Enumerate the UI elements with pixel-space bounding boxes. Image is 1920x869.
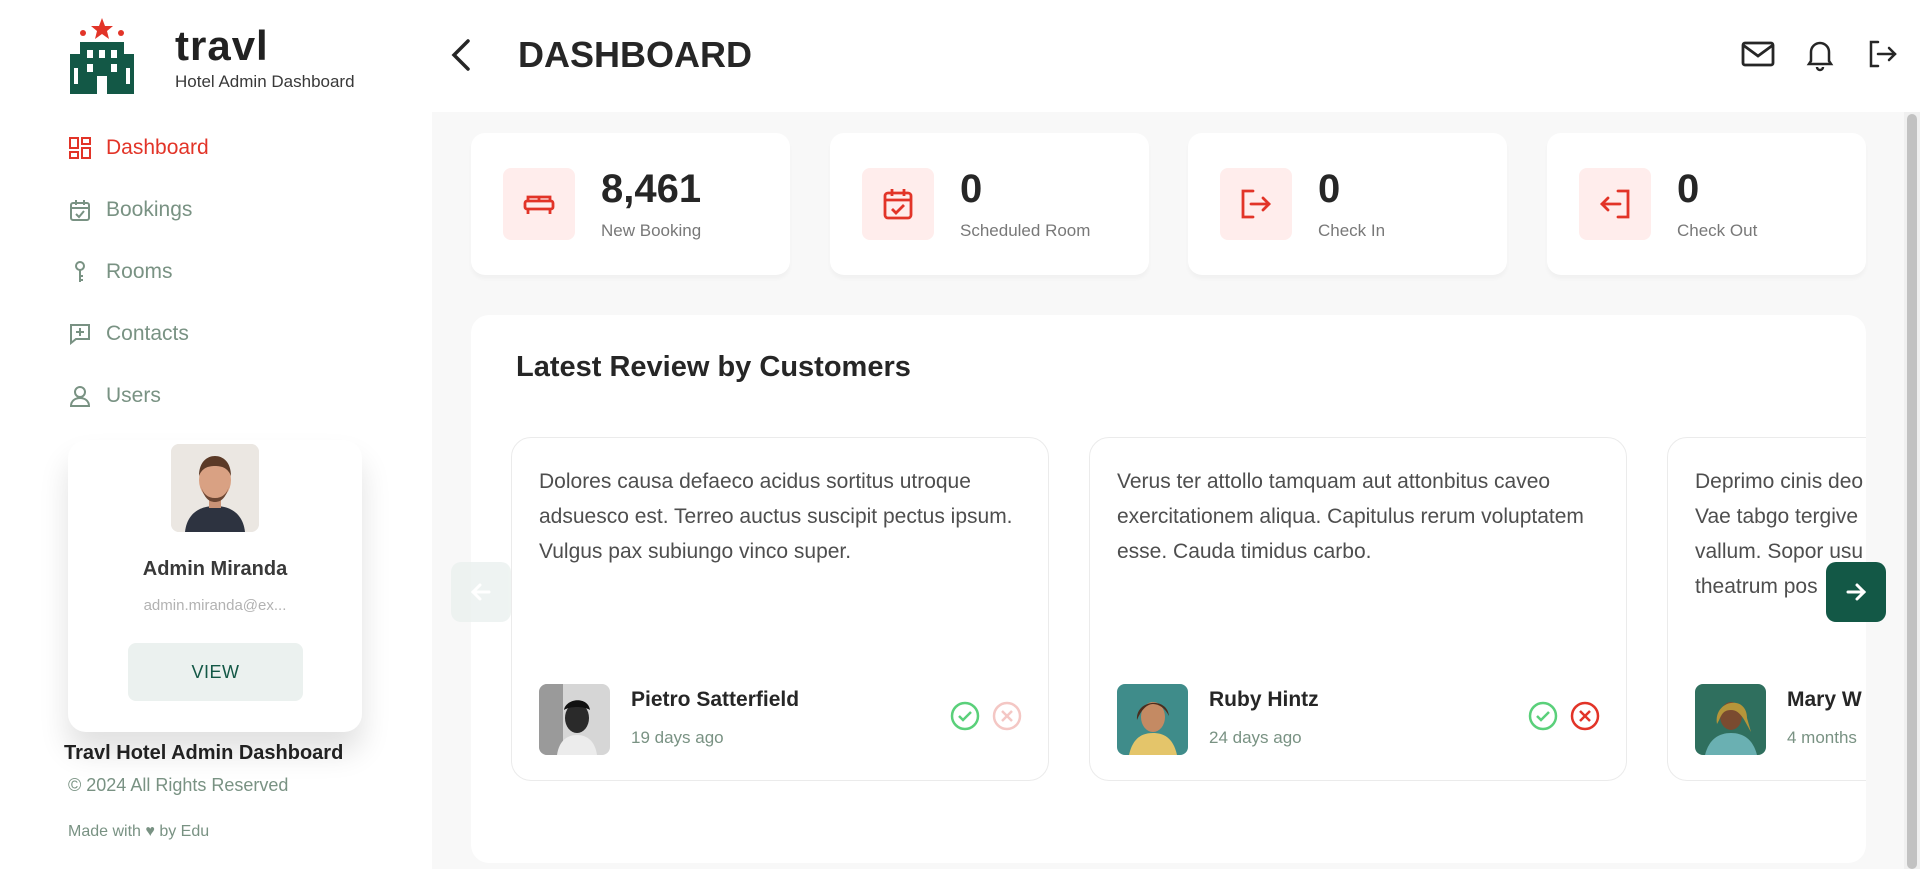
profile-email: admin.miranda@ex...: [143, 597, 287, 614]
profile-card: Admin Miranda admin.miranda@ex... VIEW: [68, 440, 362, 732]
kpi-value: 0: [960, 167, 983, 211]
kpi-card-check-out[interactable]: 0 Check Out: [1547, 133, 1866, 275]
mail-button[interactable]: [1740, 36, 1776, 72]
review-time: 24 days ago: [1209, 728, 1302, 747]
latest-reviews-section: Latest Review by Customers Dolores causa…: [471, 315, 1866, 863]
top-header: DASHBOARD: [432, 0, 1920, 112]
avatar: [1117, 684, 1188, 755]
sidebar-item-label: Dashboard: [106, 136, 209, 159]
mail-icon: [1741, 41, 1775, 67]
reviewer-name: Ruby Hintz: [1209, 688, 1319, 711]
scrollbar-thumb[interactable]: [1907, 114, 1917, 869]
check-circle-icon: [1528, 701, 1558, 731]
avatar: [171, 444, 259, 532]
brand-subtitle: Hotel Admin Dashboard: [175, 72, 355, 91]
logout-icon: [1869, 40, 1897, 68]
dashboard-grid-icon: [68, 136, 92, 160]
arrow-left-icon: [470, 583, 491, 601]
kpi-label: Check In: [1318, 221, 1386, 240]
reject-review-button[interactable]: [991, 700, 1023, 732]
profile-name: Admin Miranda: [142, 558, 288, 580]
sidebar-item-label: Bookings: [106, 198, 193, 221]
calendar-check-icon: [68, 198, 92, 222]
close-circle-icon: [992, 701, 1022, 731]
sidebar-item-users[interactable]: Users: [68, 376, 368, 416]
kpi-label: Check Out: [1677, 221, 1758, 240]
footer-title: Travl Hotel Admin Dashboard: [64, 742, 344, 764]
sidebar-item-dashboard[interactable]: Dashboard: [68, 128, 368, 168]
review-text: Verus ter attollo tamquam aut attonbitus…: [1117, 470, 1584, 563]
reviewer-name: Pietro Satterfield: [631, 688, 800, 711]
check-in-icon: [1220, 168, 1292, 240]
bed-icon: [503, 168, 575, 240]
sidebar: travl Hotel Admin Dashboard Dashboard Bo…: [0, 0, 432, 869]
sidebar-item-label: Users: [106, 384, 161, 407]
user-icon: [68, 384, 92, 408]
chevron-left-icon: [451, 39, 470, 71]
kpi-value: 0: [1677, 167, 1700, 211]
sidebar-item-rooms[interactable]: Rooms: [68, 252, 368, 292]
approve-review-button[interactable]: [1527, 700, 1559, 732]
kpi-card-scheduled-room[interactable]: 0 Scheduled Room: [830, 133, 1149, 275]
bell-icon: [1806, 41, 1834, 72]
kpi-label: New Booking: [601, 221, 702, 240]
sidebar-item-label: Rooms: [106, 260, 173, 283]
scrollbar[interactable]: [1904, 112, 1920, 869]
carousel-prev-button[interactable]: [451, 562, 511, 622]
calendar-check-icon: [862, 168, 934, 240]
avatar: [1695, 684, 1766, 755]
close-circle-icon: [1570, 701, 1600, 731]
page-title: DASHBOARD: [518, 34, 752, 75]
section-title: Latest Review by Customers: [516, 351, 911, 383]
avatar: [539, 684, 610, 755]
review-card[interactable]: Dolores causa defaeco acidus sortitus ut…: [511, 437, 1049, 781]
reviewer-name: Mary W: [1787, 688, 1862, 711]
key-icon: [68, 260, 92, 284]
collapse-sidebar-button[interactable]: [442, 33, 482, 77]
kpi-card-check-in[interactable]: 0 Check In: [1188, 133, 1507, 275]
carousel-next-button[interactable]: [1826, 562, 1886, 622]
footer-made-with: Made with ♥ by Edu: [68, 823, 210, 840]
review-time: 19 days ago: [631, 728, 724, 747]
notifications-button[interactable]: [1802, 36, 1838, 72]
kpi-value: 8,461: [601, 167, 702, 211]
approve-review-button[interactable]: [949, 700, 981, 732]
kpi-card-new-booking[interactable]: 8,461 New Booking: [471, 133, 790, 275]
hotel-logo-icon: [70, 18, 134, 94]
review-text: Dolores causa defaeco acidus sortitus ut…: [539, 470, 1013, 563]
check-out-icon: [1579, 168, 1651, 240]
check-circle-icon: [950, 701, 980, 731]
kpi-label: Scheduled Room: [960, 221, 1091, 240]
reject-review-button[interactable]: [1569, 700, 1601, 732]
review-time: 4 months: [1787, 728, 1857, 747]
brand-title: travl: [175, 22, 269, 69]
kpi-value: 0: [1318, 167, 1341, 211]
message-plus-icon: [68, 322, 92, 346]
sidebar-item-label: Contacts: [106, 322, 189, 345]
logout-button[interactable]: [1864, 36, 1900, 72]
logo[interactable]: travl Hotel Admin Dashboard: [68, 18, 368, 98]
sidebar-item-bookings[interactable]: Bookings: [68, 190, 368, 230]
review-card[interactable]: Verus ter attollo tamquam aut attonbitus…: [1089, 437, 1627, 781]
footer-copyright: © 2024 All Rights Reserved: [68, 775, 289, 795]
arrow-right-icon: [1846, 583, 1867, 601]
view-profile-button[interactable]: VIEW: [128, 643, 303, 701]
sidebar-item-contacts[interactable]: Contacts: [68, 314, 368, 354]
